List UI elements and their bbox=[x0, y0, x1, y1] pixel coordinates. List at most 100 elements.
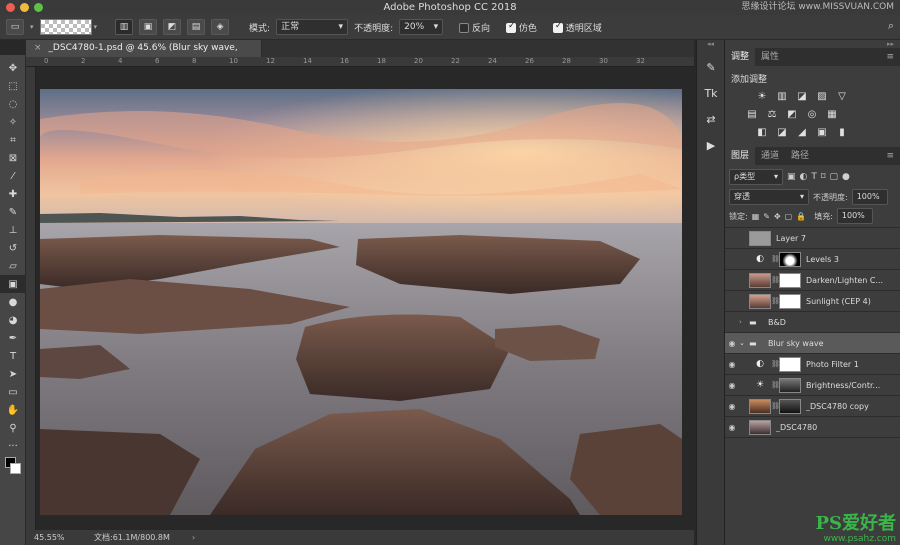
canvas-image[interactable] bbox=[40, 89, 682, 515]
tab-adjustments[interactable]: 调整 bbox=[725, 48, 756, 66]
transparency-checkbox[interactable] bbox=[552, 21, 563, 33]
eye-icon[interactable]: ◉ bbox=[725, 402, 739, 411]
layer-row[interactable]: ◉ _DSC4780 bbox=[725, 417, 900, 438]
filter-pixel-icon[interactable]: ▣ bbox=[787, 172, 796, 182]
radial-gradient-button[interactable]: ▣ bbox=[139, 19, 158, 35]
filter-shape-icon[interactable]: ⌑ bbox=[821, 172, 826, 182]
background-color-swatch[interactable] bbox=[10, 463, 21, 474]
eye-icon[interactable]: ◉ bbox=[725, 381, 739, 390]
gradient-tool-icon-active[interactable]: ▣ bbox=[0, 275, 26, 293]
levels-icon[interactable]: ▥ bbox=[775, 91, 789, 103]
eye-icon[interactable]: ◉ bbox=[725, 339, 739, 348]
gradient-picker-chevron-icon[interactable]: ▾ bbox=[94, 23, 98, 31]
gradient-map-icon[interactable]: ▮ bbox=[835, 127, 849, 139]
layers-menu-icon[interactable]: ≡ bbox=[880, 147, 900, 165]
actions-play-icon[interactable]: ▶ bbox=[697, 132, 725, 158]
filter-adjust-icon[interactable]: ◐ bbox=[800, 172, 808, 182]
lock-position-icon[interactable]: ✥ bbox=[774, 212, 781, 221]
minimize-button[interactable] bbox=[20, 3, 29, 12]
mode-select[interactable]: 正常 ▾ bbox=[276, 19, 349, 35]
more-tools-icon[interactable]: ··· bbox=[0, 437, 26, 455]
eye-icon[interactable]: ◉ bbox=[725, 423, 739, 432]
shape-tool-icon[interactable]: ▭ bbox=[0, 383, 26, 401]
layer-row[interactable]: ⛓ Darken/Lighten C... bbox=[725, 270, 900, 291]
status-expand-icon[interactable]: › bbox=[192, 530, 195, 545]
zoom-button[interactable] bbox=[34, 3, 43, 12]
expand-group-icon[interactable]: › bbox=[739, 318, 749, 326]
lock-transparent-icon[interactable]: ▦ bbox=[752, 212, 760, 221]
tab-paths[interactable]: 路径 bbox=[785, 147, 815, 165]
layer-row[interactable]: › ▬ B&D bbox=[725, 312, 900, 333]
eye-icon[interactable]: ◉ bbox=[725, 360, 739, 369]
color-balance-icon[interactable]: ⚖ bbox=[765, 109, 779, 121]
filter-smart-icon[interactable]: ▢ bbox=[830, 172, 839, 182]
path-selection-tool-icon[interactable]: ➤ bbox=[0, 365, 26, 383]
close-tab-icon[interactable]: × bbox=[34, 43, 42, 53]
character-panel-icon[interactable]: Tk bbox=[697, 80, 725, 106]
gradient-swatch[interactable] bbox=[39, 19, 92, 35]
lock-all-icon[interactable]: 🔒 bbox=[796, 212, 806, 221]
marquee-tool-icon[interactable]: ⬚ bbox=[0, 77, 26, 95]
layer-filter-select[interactable]: ρ类型 ▾ bbox=[729, 169, 783, 185]
frame-tool-icon[interactable]: ⊠ bbox=[0, 149, 26, 167]
layer-opacity-input[interactable]: 100% bbox=[851, 189, 888, 205]
diamond-gradient-button[interactable]: ◈ bbox=[211, 19, 230, 35]
blur-tool-icon[interactable]: ● bbox=[0, 293, 26, 311]
dodge-tool-icon[interactable]: ◕ bbox=[0, 311, 26, 329]
vibrance-icon[interactable]: ▽ bbox=[835, 91, 849, 103]
filter-toggle-icon[interactable]: ● bbox=[842, 172, 850, 182]
history-brush-tool-icon[interactable]: ↺ bbox=[0, 239, 26, 257]
black-white-icon[interactable]: ◩ bbox=[785, 109, 799, 121]
dither-checkbox-wrap[interactable]: 仿色 bbox=[506, 21, 537, 34]
reverse-checkbox-wrap[interactable]: 反向 bbox=[459, 21, 490, 34]
eraser-tool-icon[interactable]: ▱ bbox=[0, 257, 26, 275]
layer-row[interactable]: ◐ ⛓ Levels 3 bbox=[725, 249, 900, 270]
reflected-gradient-button[interactable]: ▤ bbox=[187, 19, 206, 35]
angle-gradient-button[interactable]: ◩ bbox=[163, 19, 182, 35]
clone-stamp-tool-icon[interactable]: ⊥ bbox=[0, 221, 26, 239]
lock-artboard-icon[interactable]: ▢ bbox=[785, 212, 793, 221]
reverse-checkbox[interactable] bbox=[459, 23, 470, 33]
curves-icon[interactable]: ◪ bbox=[795, 91, 809, 103]
layer-row[interactable]: ◉ ◐ ⛓ Photo Filter 1 bbox=[725, 354, 900, 375]
brightness-contrast-icon[interactable]: ☀ bbox=[755, 91, 769, 103]
transparency-checkbox-wrap[interactable]: 透明区域 bbox=[552, 21, 602, 34]
posterize-icon[interactable]: ◪ bbox=[775, 127, 789, 139]
zoom-level[interactable]: 45.55% bbox=[34, 530, 65, 545]
lasso-tool-icon[interactable]: ◌ bbox=[0, 95, 26, 113]
dither-checkbox[interactable] bbox=[506, 21, 517, 33]
eyedropper-tool-icon[interactable]: ⁄ bbox=[0, 167, 26, 185]
hue-saturation-icon[interactable]: ▤ bbox=[745, 109, 759, 121]
adjustments-menu-icon[interactable]: ≡ bbox=[880, 48, 900, 66]
chevron-down-icon[interactable]: ▾ bbox=[30, 23, 34, 31]
document-tab[interactable]: × _DSC4780-1.psd @ 45.6% (Blur sky wave,… bbox=[26, 40, 262, 70]
layer-row[interactable]: ⛓ Sunlight (CEP 4) bbox=[725, 291, 900, 312]
color-swatches[interactable] bbox=[0, 455, 25, 481]
vertical-ruler[interactable] bbox=[26, 67, 36, 530]
photo-filter-icon[interactable]: ◎ bbox=[805, 109, 819, 121]
linear-gradient-button[interactable]: ▥ bbox=[115, 19, 134, 35]
layer-row[interactable]: Layer 7 bbox=[725, 228, 900, 249]
collapse-arrows-icon[interactable]: ◂◂ bbox=[697, 40, 724, 54]
panel-collapse-icon[interactable]: ▸▸ bbox=[725, 40, 900, 48]
tab-layers[interactable]: 图层 bbox=[725, 147, 756, 165]
history-panel-icon[interactable]: ⇄ bbox=[697, 106, 725, 132]
crop-tool-icon[interactable]: ⌗ bbox=[0, 131, 26, 149]
healing-brush-tool-icon[interactable]: ✚ bbox=[0, 185, 26, 203]
exposure-icon[interactable]: ▨ bbox=[815, 91, 829, 103]
type-tool-icon[interactable]: T bbox=[0, 347, 26, 365]
threshold-icon[interactable]: ◢ bbox=[795, 127, 809, 139]
layer-row-selected[interactable]: ◉ ⌄ ▬ Blur sky wave bbox=[725, 333, 900, 354]
tool-preset-picker[interactable]: ▭ bbox=[6, 19, 24, 35]
search-icon[interactable]: ⌕ bbox=[888, 19, 894, 33]
brush-settings-icon[interactable]: ✎ bbox=[697, 54, 725, 80]
opacity-select[interactable]: 20% ▾ bbox=[399, 19, 444, 35]
move-tool-icon[interactable]: ✥ bbox=[0, 59, 26, 77]
layer-row[interactable]: ◉ ☀ ⛓ Brightness/Contr... bbox=[725, 375, 900, 396]
tab-properties[interactable]: 属性 bbox=[755, 48, 785, 66]
magic-wand-tool-icon[interactable]: ✧ bbox=[0, 113, 26, 131]
channel-mixer-icon[interactable]: ▦ bbox=[825, 109, 839, 121]
selective-color-icon[interactable]: ▣ bbox=[815, 127, 829, 139]
hand-tool-icon[interactable]: ✋ bbox=[0, 401, 26, 419]
collapse-group-icon[interactable]: ⌄ bbox=[739, 339, 749, 347]
